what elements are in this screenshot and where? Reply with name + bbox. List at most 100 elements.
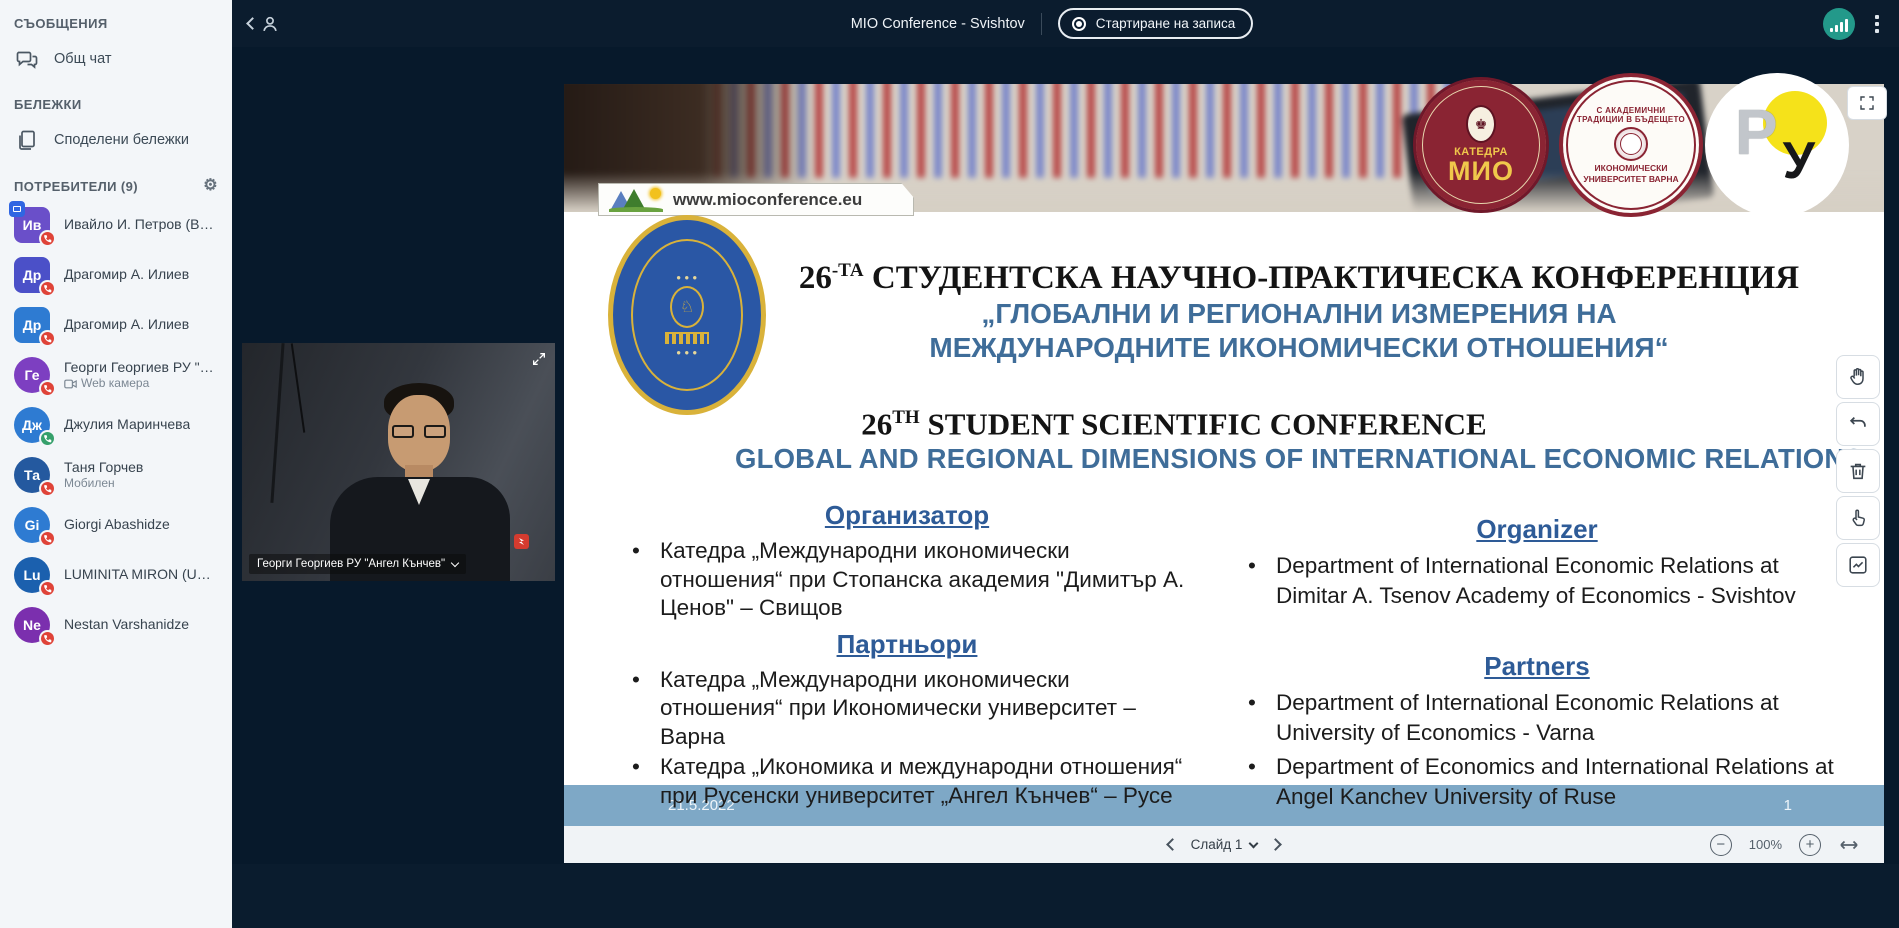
- fit-width-button[interactable]: [1838, 838, 1860, 852]
- undo-button[interactable]: [1836, 402, 1880, 446]
- partner-bullet-en-1: Department of International Economic Rel…: [1240, 688, 1834, 748]
- chevron-down-icon: [451, 558, 459, 566]
- organizer-heading-en: Organizer: [1240, 514, 1834, 544]
- user-avatar: Др: [14, 257, 50, 293]
- partner-bullet-bg-2: Катедра „Икономика и международни отноше…: [624, 753, 1190, 810]
- pointer-tool-button[interactable]: [1836, 496, 1880, 540]
- public-chat-label: Общ чат: [54, 51, 111, 67]
- organizer-bullet-bg: Катедра „Международни икономически отнош…: [624, 537, 1190, 623]
- shared-notes-label: Споделени бележки: [54, 132, 189, 148]
- partners-heading-bg: Партньори: [624, 629, 1190, 659]
- clear-annotations-trash-button[interactable]: [1836, 449, 1880, 493]
- webcam-expand-icon[interactable]: [531, 351, 547, 367]
- phone-status-badge-icon: [39, 230, 56, 247]
- zoom-level-value: 100%: [1749, 837, 1782, 852]
- pan-tool-button[interactable]: [1836, 355, 1880, 399]
- user-list-item[interactable]: Ив Ивайло И. Петров (Вие): [0, 200, 232, 250]
- user-list-item[interactable]: Ne Nestan Varshanidze: [0, 600, 232, 650]
- shared-notes-icon: [14, 127, 40, 153]
- webcam-mini-icon: [64, 379, 77, 389]
- start-recording-button[interactable]: Стартиране на записа: [1058, 8, 1253, 39]
- presentation-slide: www.mioconference.eu ♚ КАТЕДРА МИО С АКА…: [564, 84, 1884, 826]
- next-slide-button[interactable]: [1270, 838, 1283, 851]
- user-avatar: Та: [14, 457, 50, 493]
- user-list-item[interactable]: Та Таня ГорчевМобилен: [0, 450, 232, 500]
- tsenov-academy-emblem: ● ● ● ♘ ● ● ●: [608, 215, 766, 415]
- phone-status-badge-icon: [39, 630, 56, 647]
- organizer-column-en: Organizer Department of International Ec…: [1240, 500, 1834, 816]
- chat-icon: [14, 46, 40, 72]
- top-bar: MIO Conference - Svishtov Стартиране на …: [232, 0, 1899, 47]
- presenter-badge-icon: [9, 201, 25, 217]
- ruse-university-seal: Р У: [1705, 73, 1849, 217]
- user-name: Драгомир А. Илиев: [64, 316, 189, 334]
- presentation-controls: Слайд 1 − 100% +: [564, 826, 1884, 863]
- bottom-action-bar: [232, 864, 1899, 928]
- user-device-label: Web камера: [64, 376, 218, 391]
- sidebar-item-public-chat[interactable]: Общ чат: [0, 37, 232, 81]
- webcam-red-indicator-icon: [514, 534, 529, 549]
- mio-mountains-logo-icon: [609, 188, 663, 212]
- fullscreen-presentation-button[interactable]: [1847, 86, 1887, 120]
- record-icon: [1072, 17, 1086, 31]
- partners-heading-en: Partners: [1240, 651, 1834, 681]
- user-list-item[interactable]: Др Драгомир А. Илиев: [0, 250, 232, 300]
- english-subtitle: GLOBAL AND REGIONAL DIMENSIONS OF INTERN…: [734, 442, 1864, 475]
- chevron-left-icon: [246, 17, 259, 30]
- slide-selector-dropdown[interactable]: Слайд 1: [1191, 837, 1258, 852]
- zoom-out-button[interactable]: −: [1710, 834, 1732, 856]
- user-avatar: Др: [14, 307, 50, 343]
- phone-status-badge-icon: [39, 530, 56, 547]
- sidebar-item-shared-notes[interactable]: Споделени бележки: [0, 118, 232, 162]
- english-title: 26TH STUDENT SCIENTIFIC CONFERENCE: [734, 399, 1614, 442]
- slide-titles: 26-ТА СТУДЕНТСКА НАУЧНО-ПРАКТИЧЕСКА КОНФ…: [734, 252, 1864, 475]
- organizer-heading-bg: Организатор: [624, 500, 1190, 530]
- users-header: ПОТРЕБИТЕЛИ (9) ⚙: [0, 162, 232, 200]
- phone-status-badge-icon: [39, 480, 56, 497]
- hide-userlist-button[interactable]: [232, 13, 281, 35]
- bulgarian-subtitle-line2: МЕЖДУНАРОДНИТЕ ИКОНОМИЧЕСКИ ОТНОШЕНИЯ“: [734, 331, 1864, 365]
- phone-status-badge-icon: [39, 380, 56, 397]
- partner-bullet-bg-1: Катедра „Международни икономически отнош…: [624, 666, 1190, 752]
- phone-status-badge-icon: [39, 430, 56, 447]
- connection-status-icon[interactable]: [1823, 8, 1855, 40]
- user-list-item[interactable]: Др Драгомир А. Илиев: [0, 300, 232, 350]
- varna-university-seal: С АКАДЕМИЧНИ ТРАДИЦИИ В БЪДЕЩЕТО ИКОНОМИ…: [1559, 73, 1703, 217]
- user-name: LUMINITA MIRON (ULIM): [64, 566, 218, 584]
- partner-bullet-en-2: Department of Economics and Internationa…: [1240, 752, 1834, 812]
- user-list-item[interactable]: ГеГеорги Георгиев РУ "Ангел Кънч...Web к…: [0, 350, 232, 400]
- phone-status-badge-icon: [39, 280, 56, 297]
- messages-header: СЪОБЩЕНИЯ: [0, 0, 232, 37]
- user-name: Giorgi Abashidze: [64, 516, 170, 534]
- user-device-label: Мобилен: [64, 476, 143, 491]
- phone-status-badge-icon: [39, 580, 56, 597]
- user-name: Ивайло И. Петров (Вие): [64, 216, 218, 234]
- organizer-column-bg: Организатор Катедра „Международни иконом…: [624, 500, 1190, 812]
- user-name: Георги Георгиев РУ "Ангел Кънч...: [64, 359, 218, 377]
- previous-slide-button[interactable]: [1166, 838, 1179, 851]
- webcam-video[interactable]: Георги Георгиев РУ "Ангел Кънчев": [242, 343, 555, 581]
- user-avatar: Gi: [14, 507, 50, 543]
- users-settings-gear-icon[interactable]: ⚙: [203, 178, 218, 194]
- zoom-in-button[interactable]: +: [1799, 834, 1821, 856]
- user-name: Драгомир А. Илиев: [64, 266, 189, 284]
- divider: [1041, 13, 1042, 35]
- user-avatar: Ne: [14, 607, 50, 643]
- user-list-item[interactable]: Gi Giorgi Abashidze: [0, 500, 232, 550]
- user-avatar: Lu: [14, 557, 50, 593]
- whiteboard-toolbar: [1836, 355, 1880, 587]
- options-kebab-menu[interactable]: [1871, 11, 1883, 37]
- person-icon: [259, 13, 281, 35]
- user-avatar: Ив: [14, 207, 50, 243]
- katedra-mio-seal: ♚ КАТЕДРА МИО: [1413, 77, 1549, 213]
- webcam-name-dropdown[interactable]: Георги Георгиев РУ "Ангел Кънчев": [249, 554, 466, 574]
- user-list: Ив Ивайло И. Петров (Вие) Др Драгомир А. Ил…: [0, 200, 232, 650]
- user-list-item[interactable]: Дж Джулия Маринчева: [0, 400, 232, 450]
- user-name: Таня Горчев: [64, 459, 143, 477]
- user-avatar: Дж: [14, 407, 50, 443]
- organizer-bullet-en: Department of International Economic Rel…: [1240, 551, 1834, 611]
- user-name: Nestan Varshanidze: [64, 616, 189, 634]
- user-list-item[interactable]: Lu LUMINITA MIRON (ULIM): [0, 550, 232, 600]
- shapes-chart-tool-button[interactable]: [1836, 543, 1880, 587]
- user-name: Джулия Маринчева: [64, 416, 190, 434]
